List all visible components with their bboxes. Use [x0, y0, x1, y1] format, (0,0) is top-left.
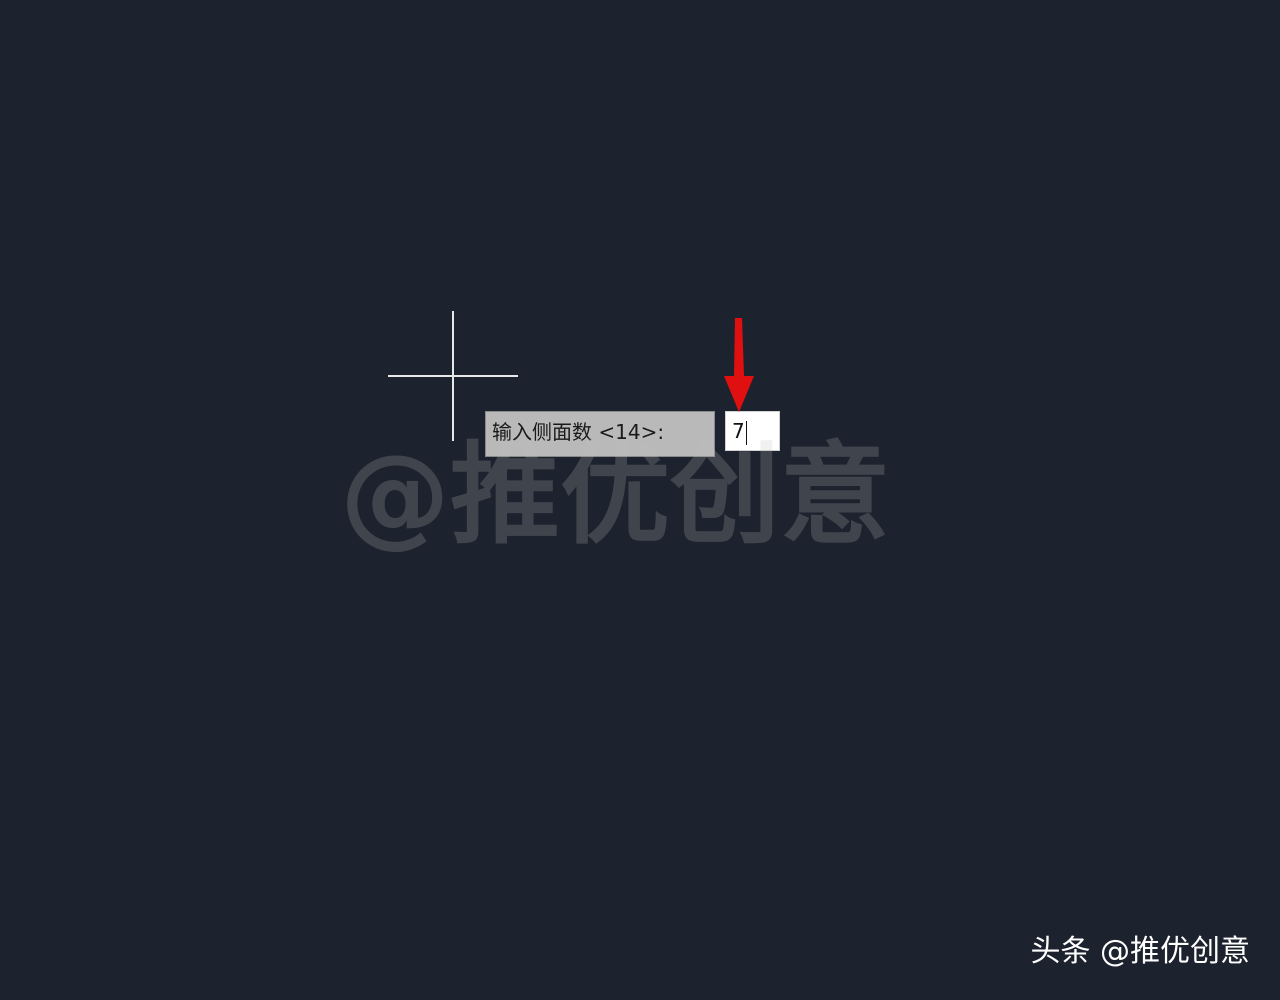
red-down-arrow-icon: [724, 318, 754, 412]
source-credit: 头条 @推优创意: [1030, 934, 1250, 969]
crosshair-vertical-line: [452, 311, 454, 441]
text-caret: [745, 420, 747, 445]
prompt-label: 输入侧面数 <14>:: [492, 420, 665, 444]
input-value: 7: [732, 419, 745, 443]
command-prompt-tooltip: 输入侧面数 <14>:: [485, 411, 715, 457]
dynamic-input-field[interactable]: 7: [725, 411, 780, 451]
drawing-canvas[interactable]: 输入侧面数 <14>: 7 @推优创意 头条 @推优创意: [0, 0, 1280, 1000]
